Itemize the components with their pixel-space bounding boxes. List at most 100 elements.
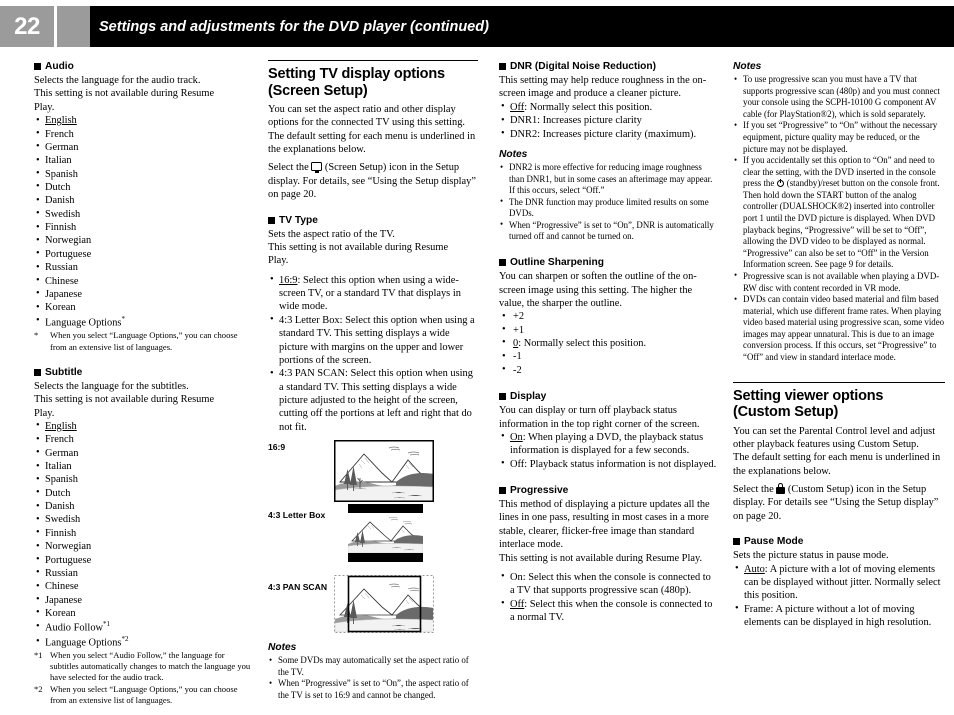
figure-16-9 <box>334 440 434 506</box>
footnote-marker: *2 <box>121 635 129 644</box>
subtitle-option-list: English FrenchGerman ItalianSpanishDutch Da… <box>34 419 254 650</box>
list-item: -2 <box>499 363 717 377</box>
tv-display-section-heading: Setting TV display options (Screen Setup… <box>268 66 445 99</box>
option-label: Language Options <box>45 637 122 649</box>
option-description: : Select this option when using a wide-s… <box>279 274 461 313</box>
list-item: German <box>34 446 254 460</box>
option-label: DNR1 <box>510 115 538 127</box>
list-item: DNR2: Increases picture clarity (maximum… <box>499 127 717 141</box>
list-item: Spanish <box>34 167 254 181</box>
option-label: Norwegian <box>45 235 92 247</box>
option-label: Off <box>510 598 525 610</box>
option-label: Spanish <box>45 474 78 486</box>
option-label: Japanese <box>45 594 82 606</box>
viewer-select-instruction: Select the (Custom Setup) icon in the Se… <box>733 483 939 522</box>
section-subtitle-heading: Subtitle <box>34 366 254 379</box>
option-label: Dutch <box>45 181 71 193</box>
subtitle-footnote-1: *1 When you select “Audio Follow,” the l… <box>34 650 254 684</box>
list-item: Norwegian <box>34 540 254 554</box>
list-item: French <box>34 127 254 141</box>
section-dnr-heading: DNR (Digital Noise Reduction) <box>499 60 717 73</box>
list-item: +1 <box>499 323 717 337</box>
list-item: On: Select this when the console is conn… <box>499 570 717 598</box>
display-option-list: On: When playing a DVD, the playback sta… <box>499 430 717 471</box>
note-item: The DNR function may produce limited res… <box>499 196 717 220</box>
list-item: English <box>34 114 254 128</box>
list-item: Off: Normally select this position. <box>499 100 717 114</box>
square-bullet-icon <box>34 63 41 71</box>
option-label: Portuguese <box>45 554 92 566</box>
progressive-notes-heading: Notes <box>733 61 762 72</box>
option-label: Auto <box>744 563 765 575</box>
list-item: Korean <box>34 301 254 315</box>
option-label: Korean <box>45 607 76 619</box>
square-bullet-icon <box>499 63 506 71</box>
list-item: Korean <box>34 606 254 620</box>
section-progressive-heading: Progressive <box>499 484 717 497</box>
subtitle-footnote-1-text: When you select “Audio Follow,” the lang… <box>50 649 251 683</box>
viewer-intro-1: You can set the Parental Control level a… <box>733 425 936 450</box>
list-item: Off: Select this when the console is con… <box>499 597 717 625</box>
subtitle-footnote-1-marker: *1 <box>34 649 43 660</box>
option-label: French <box>45 128 74 140</box>
square-bullet-icon <box>34 368 41 376</box>
list-item: Russian <box>34 261 254 275</box>
list-item: -1 <box>499 350 717 364</box>
aspect-ratio-figures: 16:9 4:3 Letter Box 4:3 PAN SCAN <box>268 440 478 639</box>
list-item: Chinese <box>34 274 254 288</box>
display-desc: You can display or turn off playback sta… <box>499 405 700 430</box>
dnr-option-list: Off: Normally select this position.DNR1:… <box>499 100 717 141</box>
page-number: 22 <box>0 6 54 47</box>
list-item: Norwegian <box>34 234 254 248</box>
progressive-notes-list: To use progressive scan you must have a … <box>733 74 945 363</box>
list-item: Japanese <box>34 593 254 607</box>
standby-power-icon <box>776 178 785 188</box>
option-label: French <box>45 434 74 446</box>
list-item: Spanish <box>34 473 254 487</box>
footnote-marker: * <box>121 314 125 323</box>
list-item: On: When playing a DVD, the playback sta… <box>499 430 717 458</box>
option-label: Finnish <box>45 527 77 539</box>
option-description: : Select this when the console is connec… <box>510 571 711 597</box>
screen-setup-icon <box>311 162 323 174</box>
list-item: Chinese <box>34 580 254 594</box>
option-label: 4:3 Letter Box <box>279 314 340 326</box>
audio-desc-1: Selects the language for the audio track… <box>34 75 201 87</box>
outline-desc: You can sharpen or soften the outline of… <box>499 271 697 309</box>
page-title: Settings and adjustments for the DVD pla… <box>90 6 954 47</box>
section-pause-mode-heading: Pause Mode <box>733 535 945 548</box>
list-item: +2 <box>499 310 717 324</box>
option-label: Chinese <box>45 275 79 287</box>
footnote-marker: *1 <box>103 620 111 629</box>
note-item: When “Progressive” is set to “On”, DNR i… <box>499 219 717 243</box>
option-label: +2 <box>513 311 525 323</box>
column-1: Audio Selects the language for the audio… <box>34 60 254 706</box>
option-label: Off <box>510 101 525 113</box>
list-item: 4:3 Letter Box: Select this option when … <box>268 313 478 367</box>
audio-footnote-marker: * <box>34 330 39 341</box>
header-gray-block <box>57 6 90 47</box>
option-label: Spanish <box>45 168 78 180</box>
figure-4-3-letter-box-label: 4:3 Letter Box <box>268 510 326 521</box>
option-label: Portuguese <box>45 248 92 260</box>
list-item: Japanese <box>34 287 254 301</box>
tv-type-option-list: 16:9: Select this option when using a wi… <box>268 273 478 434</box>
audio-option-list: EnglishFrenchGerman ItalianSpanishDutch Da… <box>34 114 254 329</box>
list-item: 16:9: Select this option when using a wi… <box>268 273 478 314</box>
tv-type-desc-2: This setting is not available during Res… <box>268 242 449 254</box>
column-4: Notes To use progressive scan you must h… <box>733 60 945 629</box>
option-label: Danish <box>45 501 75 513</box>
note-item: To use progressive scan you must have a … <box>733 74 945 120</box>
option-label: -1 <box>513 351 522 363</box>
note-item: DVDs can contain video based material an… <box>733 294 945 363</box>
column-3: DNR (Digital Noise Reduction) This setti… <box>499 60 717 624</box>
page-header: 22 Settings and adjustments for the DVD … <box>0 6 954 47</box>
option-description: : A picture with a lot of moving element… <box>744 563 941 602</box>
dnr-notes-list: DNR2 is more effective for reducing imag… <box>499 162 717 243</box>
list-item: Russian <box>34 566 254 580</box>
option-label: Frame <box>744 603 771 615</box>
list-item: 0: Normally select this position. <box>499 336 717 350</box>
option-label: Chinese <box>45 581 79 593</box>
option-label: DNR2 <box>510 128 538 140</box>
audio-footnote: * When you select “Language Options,” yo… <box>34 330 254 352</box>
